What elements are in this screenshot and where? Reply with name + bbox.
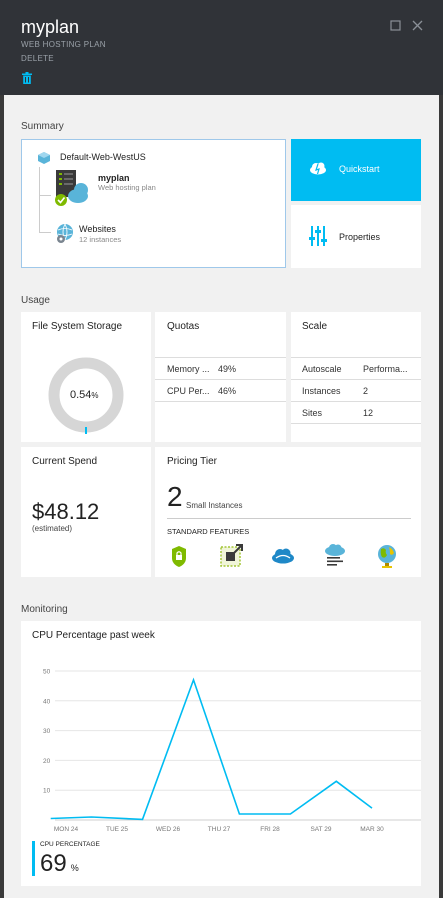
storage-value-number: 0.54 — [70, 389, 92, 401]
plan-name: myplan — [98, 173, 130, 183]
storage-title: File System Storage — [32, 321, 123, 332]
websites-icon — [57, 223, 73, 243]
cloud-backup-icon — [272, 548, 294, 564]
pricing-title: Pricing Tier — [167, 456, 218, 467]
websites-label: Websites — [79, 224, 116, 234]
scale-row-label: Autoscale — [302, 364, 342, 374]
trash-icon[interactable] — [22, 72, 32, 84]
chart-title: CPU Percentage past week — [32, 630, 155, 641]
ssl-lock-icon — [172, 546, 186, 567]
scale-divider — [291, 357, 421, 358]
scale-row-label: Instances — [302, 386, 341, 396]
x-tick-label: MAR 30 — [360, 826, 384, 831]
scale-divider — [291, 423, 421, 424]
y-tick-label: 20 — [43, 758, 51, 765]
x-tick-label: WED 26 — [156, 826, 181, 831]
scale-divider — [291, 401, 421, 402]
quotas-divider — [155, 401, 286, 402]
spend-title: Current Spend — [32, 456, 98, 467]
y-tick-label: 10 — [43, 788, 51, 795]
scale-row-value: Performa... — [363, 364, 408, 374]
spend-amount: $48.12 — [32, 499, 100, 524]
quotas-divider — [155, 379, 286, 380]
x-tick-label: THU 27 — [208, 826, 231, 831]
scale-tile[interactable]: Scale Autoscale Performa... Instances 2 … — [291, 312, 421, 442]
instance-count-label: Small Instances — [186, 501, 243, 510]
x-tick-label: TUE 25 — [106, 826, 128, 831]
delete-command-label[interactable]: DELETE — [21, 54, 54, 63]
quota-row-label: CPU Per... — [167, 386, 210, 396]
y-tick-label: 30 — [43, 728, 51, 735]
quotas-tile[interactable]: Quotas Memory ... 49% CPU Per... 46% — [155, 312, 286, 442]
quota-row-value: 49% — [218, 364, 237, 374]
x-tick-label: SAT 29 — [310, 826, 331, 831]
legend-value-unit: % — [70, 863, 79, 873]
websites-count: 12 instances — [79, 235, 122, 244]
x-tick-label: MON 24 — [54, 826, 79, 831]
quotas-divider — [155, 357, 286, 358]
blade-header: myplan WEB HOSTING PLAN DELETE — [0, 0, 443, 95]
quickstart-cloud-icon — [310, 162, 326, 175]
scale-divider — [291, 379, 421, 380]
web-hosting-plan-icon — [55, 170, 88, 206]
cpu-line-chart: 10 20 30 40 50 MON 24 TUE 25 WED 26 THU 27 FRI 28… — [43, 669, 421, 831]
tree-line — [39, 167, 40, 232]
blade-subtitle: WEB HOSTING PLAN — [21, 40, 106, 49]
legend-value: 69% — [40, 850, 79, 878]
quickstart-tile[interactable]: Quickstart — [291, 139, 421, 201]
resource-group-icon — [38, 152, 50, 164]
usage-section-label: Usage — [21, 295, 50, 306]
legend-color-bar — [32, 841, 35, 876]
features-label: STANDARD FEATURES — [167, 527, 250, 536]
pricing-tier-tile[interactable]: Pricing Tier 2 Small Instances STANDARD … — [155, 447, 421, 577]
quickstart-label: Quickstart — [339, 164, 380, 174]
summary-section-label: Summary — [21, 121, 64, 132]
blade-title: myplan — [21, 17, 80, 37]
storage-tile[interactable]: File System Storage 0.54% — [21, 312, 151, 442]
scale-title: Scale — [302, 321, 328, 332]
properties-sliders-icon — [309, 226, 327, 246]
scale-row-label: Sites — [302, 408, 323, 418]
resource-group-name: Default-Web-WestUS — [60, 152, 146, 162]
legend-label: CPU PERCENTAGE — [40, 841, 100, 848]
scale-row-value: 2 — [363, 386, 369, 396]
spend-tile[interactable]: Current Spend $48.12 (estimated) — [21, 447, 151, 577]
quota-row-label: Memory ... — [167, 364, 210, 374]
globe-icon — [378, 545, 396, 568]
tree-branch — [39, 195, 51, 196]
quotas-title: Quotas — [167, 321, 200, 332]
close-icon[interactable] — [412, 20, 423, 31]
plan-type: Web hosting plan — [98, 183, 156, 192]
summary-tile[interactable]: Default-Web-WestUS myplan Web hosting pl… — [21, 139, 286, 268]
y-tick-label: 40 — [43, 698, 51, 705]
tree-branch — [39, 232, 51, 233]
instance-count: 2 — [167, 481, 183, 512]
x-tick-label: FRI 28 — [260, 826, 280, 831]
monitoring-section-label: Monitoring — [21, 604, 68, 615]
spend-note: (estimated) — [32, 524, 73, 533]
storage-value-unit: % — [91, 391, 99, 400]
custom-domain-icon — [220, 544, 243, 567]
cloud-log-icon — [325, 544, 345, 566]
quota-row-value: 46% — [218, 386, 237, 396]
maximize-icon[interactable] — [390, 20, 401, 31]
legend-value-number: 69 — [40, 850, 67, 877]
cpu-chart-tile[interactable]: CPU Percentage past week 10 20 30 40 50 MON 2… — [21, 621, 421, 886]
y-tick-label: 50 — [43, 669, 51, 676]
properties-tile[interactable]: Properties — [291, 205, 421, 268]
properties-label: Properties — [339, 232, 381, 242]
pricing-divider — [167, 518, 411, 519]
storage-value: 0.54% — [70, 389, 99, 401]
scale-row-value: 12 — [363, 408, 374, 418]
